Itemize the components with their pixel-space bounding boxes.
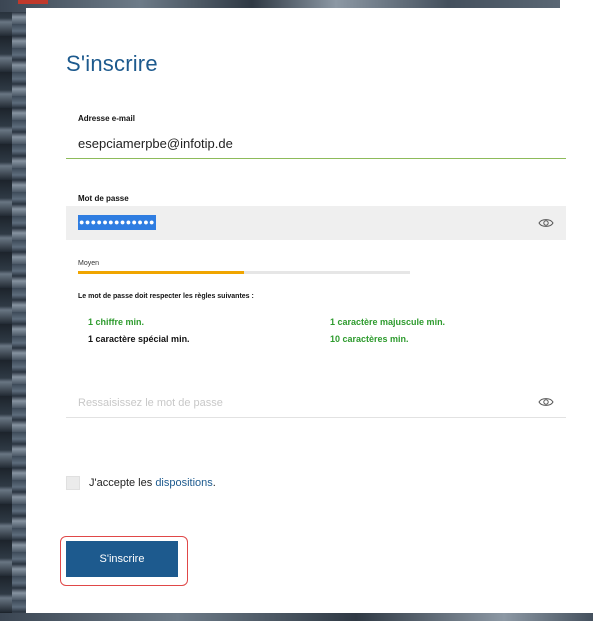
password-strength-fill [78, 271, 244, 274]
rule-special-char: 1 caractère spécial min. [88, 334, 190, 344]
terms-prefix: J'accepte les [89, 477, 156, 489]
email-field[interactable]: esepciamerpbe@infotip.de [78, 136, 233, 151]
password-label: Mot de passe [78, 194, 129, 203]
rule-digit: 1 chiffre min. [88, 317, 145, 327]
signup-button[interactable]: S'inscrire [66, 541, 178, 577]
page-title: S'inscrire [66, 51, 158, 76]
signup-card: S'inscrire Adresse e-mail esepciamerpbe@… [26, 8, 593, 613]
password-rules-title: Le mot de passe doit respecter les règle… [78, 293, 254, 300]
terms-label: J'accepte les dispositions. [89, 477, 216, 489]
background-photo-left [0, 0, 28, 621]
confirm-password-input[interactable] [66, 388, 566, 418]
password-strength-bar [78, 271, 410, 274]
terms-checkbox[interactable] [66, 476, 80, 490]
password-strength-label: Moyen [78, 260, 100, 267]
email-label: Adresse e-mail [78, 114, 135, 123]
rule-min-length: 10 caractères min. [330, 334, 409, 344]
terms-link[interactable]: dispositions [155, 477, 212, 489]
background-red-accent [18, 0, 48, 4]
terms-suffix: . [212, 477, 216, 489]
background-photo-bottom [0, 613, 593, 621]
eye-icon[interactable] [538, 396, 554, 408]
password-field[interactable]: ●●●●●●●●●●●●● [66, 206, 566, 240]
password-masked-value: ●●●●●●●●●●●●● [78, 215, 156, 230]
eye-icon[interactable] [538, 217, 554, 229]
email-underline [66, 158, 566, 159]
rule-uppercase: 1 caractère majuscule min. [330, 317, 446, 327]
